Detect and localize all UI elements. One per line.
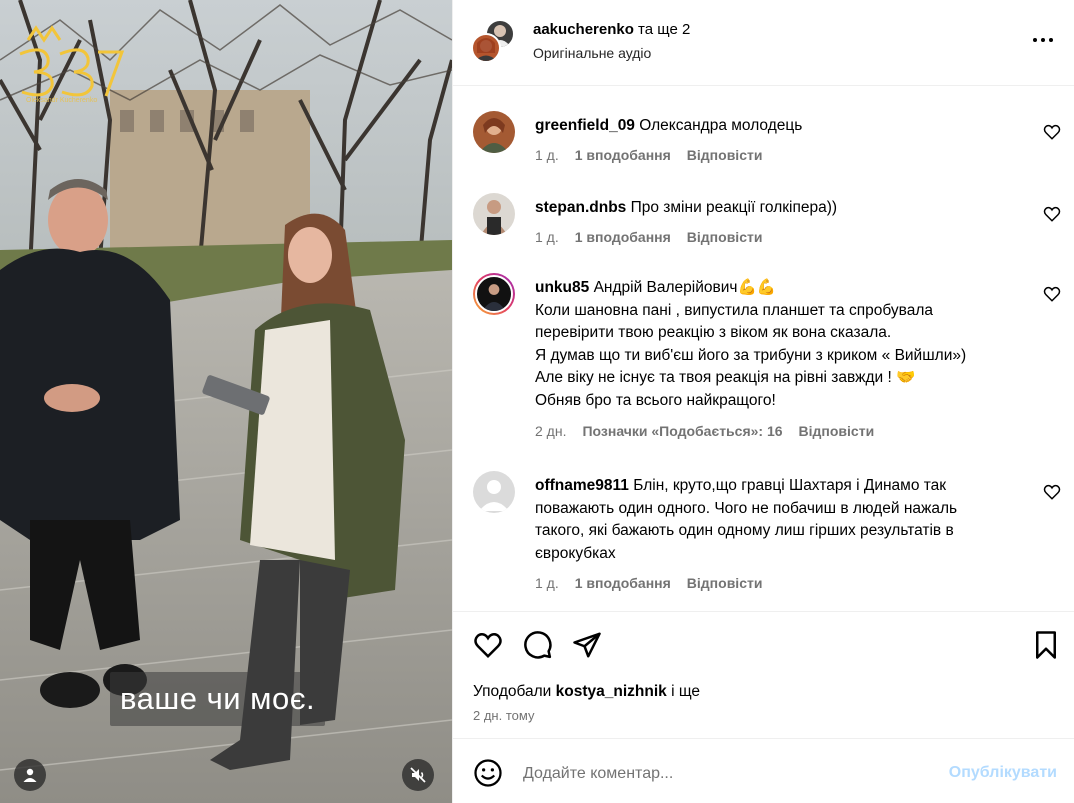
more-options-icon[interactable] [1031, 28, 1055, 52]
post-author: aakucherenko та ще 2 [533, 20, 690, 40]
audio-label[interactable]: Оригінальне аудіо [533, 44, 651, 62]
reply-button[interactable]: Відповісти [799, 422, 875, 440]
comment-text-line: Я думав що ти виб'єш його за трибуни з к… [535, 346, 967, 364]
comment-text-line: Андрій Валерійович💪💪 [593, 279, 777, 296]
tagged-users-button[interactable] [14, 759, 46, 791]
liked-by-prefix: Уподобали [473, 683, 556, 700]
channel-logo: Oleksandr Kucherenko [19, 25, 125, 104]
heart-icon[interactable] [1043, 483, 1061, 501]
post-timestamp[interactable]: 2 дн. тому [473, 708, 534, 723]
comment-time[interactable]: 1 д. [535, 574, 559, 592]
avatar[interactable] [473, 273, 515, 315]
comment-username[interactable]: offname9811 [535, 477, 629, 494]
comment-meta: 1 д. 1 вподобання Відповісти [535, 146, 762, 164]
comment-time[interactable]: 2 дн. [535, 422, 566, 440]
comment-username[interactable]: greenfield_09 [535, 117, 635, 134]
comments-list[interactable]: greenfield_09 Олександра молодець 1 д. 1… [453, 87, 1074, 610]
avatar[interactable] [473, 193, 515, 235]
reply-button[interactable]: Відповісти [687, 228, 763, 246]
liked-by-username[interactable]: kostya_nizhnik [556, 683, 667, 700]
add-comment-bar: Опублікувати [453, 740, 1074, 803]
comment-text: Про зміни реакції голкіпера)) [630, 199, 838, 216]
comment-username[interactable]: stepan.dnbs [535, 199, 626, 216]
like-heart-icon[interactable] [473, 630, 503, 660]
liked-by-line: Уподобали kostya_nizhnik і ще [473, 682, 700, 702]
post-header: aakucherenko та ще 2 Оригінальне аудіо [453, 0, 1074, 86]
author-username[interactable]: aakucherenko [533, 21, 634, 38]
collab-avatars[interactable] [471, 19, 515, 63]
video-player[interactable]: Oleksandr Kucherenko ваше чи моє. [0, 0, 452, 803]
heart-icon[interactable] [1043, 205, 1061, 223]
comment-bubble-icon[interactable] [523, 630, 553, 660]
liked-by-suffix[interactable]: і ще [667, 683, 700, 700]
comment-input[interactable] [523, 760, 903, 788]
comment-time[interactable]: 1 д. [535, 228, 559, 246]
comment-meta: 1 д. 1 вподобання Відповісти [535, 574, 762, 592]
comment-text-line: такого, які бажають один одному лиш гірш… [535, 522, 954, 539]
heart-icon[interactable] [1043, 123, 1061, 141]
svg-text:Oleksandr Kucherenko: Oleksandr Kucherenko [26, 97, 97, 104]
comment-likes[interactable]: 1 вподобання [575, 146, 671, 164]
video-subtitle: ваше чи моє. [110, 672, 326, 726]
publish-button[interactable]: Опублікувати [949, 764, 1057, 782]
collab-suffix[interactable]: та ще 2 [634, 21, 690, 38]
user-icon [23, 768, 37, 782]
mute-button[interactable] [402, 759, 434, 791]
comment-likes[interactable]: Позначки «Подобається»: 16 [582, 422, 782, 440]
comment-meta: 2 дн. Позначки «Подобається»: 16 Відпові… [535, 422, 874, 440]
comment-likes[interactable]: 1 вподобання [575, 574, 671, 592]
avatar [471, 33, 501, 63]
reply-button[interactable]: Відповісти [687, 146, 763, 164]
comment-likes[interactable]: 1 вподобання [575, 228, 671, 246]
speaker-muted-icon [410, 767, 426, 783]
comment-text-line: поважають один одного. Чого не побачиш в… [535, 499, 958, 517]
comment-text-line: перевірити твою реакцію з віком як вона … [535, 324, 892, 341]
heart-icon[interactable] [1043, 285, 1061, 303]
avatar[interactable] [473, 111, 515, 153]
post-actions: Уподобали kostya_nizhnik і ще 2 дн. тому [453, 611, 1074, 739]
comment-text-line: Коли шановна пані , випустила планшет та… [535, 301, 933, 319]
comment-text-line: Обняв бро та всього найкращого! [535, 391, 776, 409]
share-send-icon[interactable] [572, 630, 602, 660]
comment-username[interactable]: unku85 [535, 279, 589, 296]
comment-text-line: єврокубках [535, 544, 616, 562]
reply-button[interactable]: Відповісти [687, 574, 763, 592]
bookmark-icon[interactable] [1031, 630, 1061, 660]
comment-text: Олександра молодець [639, 117, 803, 134]
comment-text-line: Блін, круто,що гравці Шахтаря і Динамо т… [633, 477, 947, 494]
comment-meta: 1 д. 1 вподобання Відповісти [535, 228, 762, 246]
comment-text-line: Але віку не існує та твоя реакція на рів… [535, 369, 916, 386]
emoji-icon[interactable] [473, 758, 503, 788]
avatar[interactable] [473, 471, 515, 513]
comment-time[interactable]: 1 д. [535, 146, 559, 164]
post-side-panel: aakucherenko та ще 2 Оригінальне аудіо g… [452, 0, 1074, 803]
